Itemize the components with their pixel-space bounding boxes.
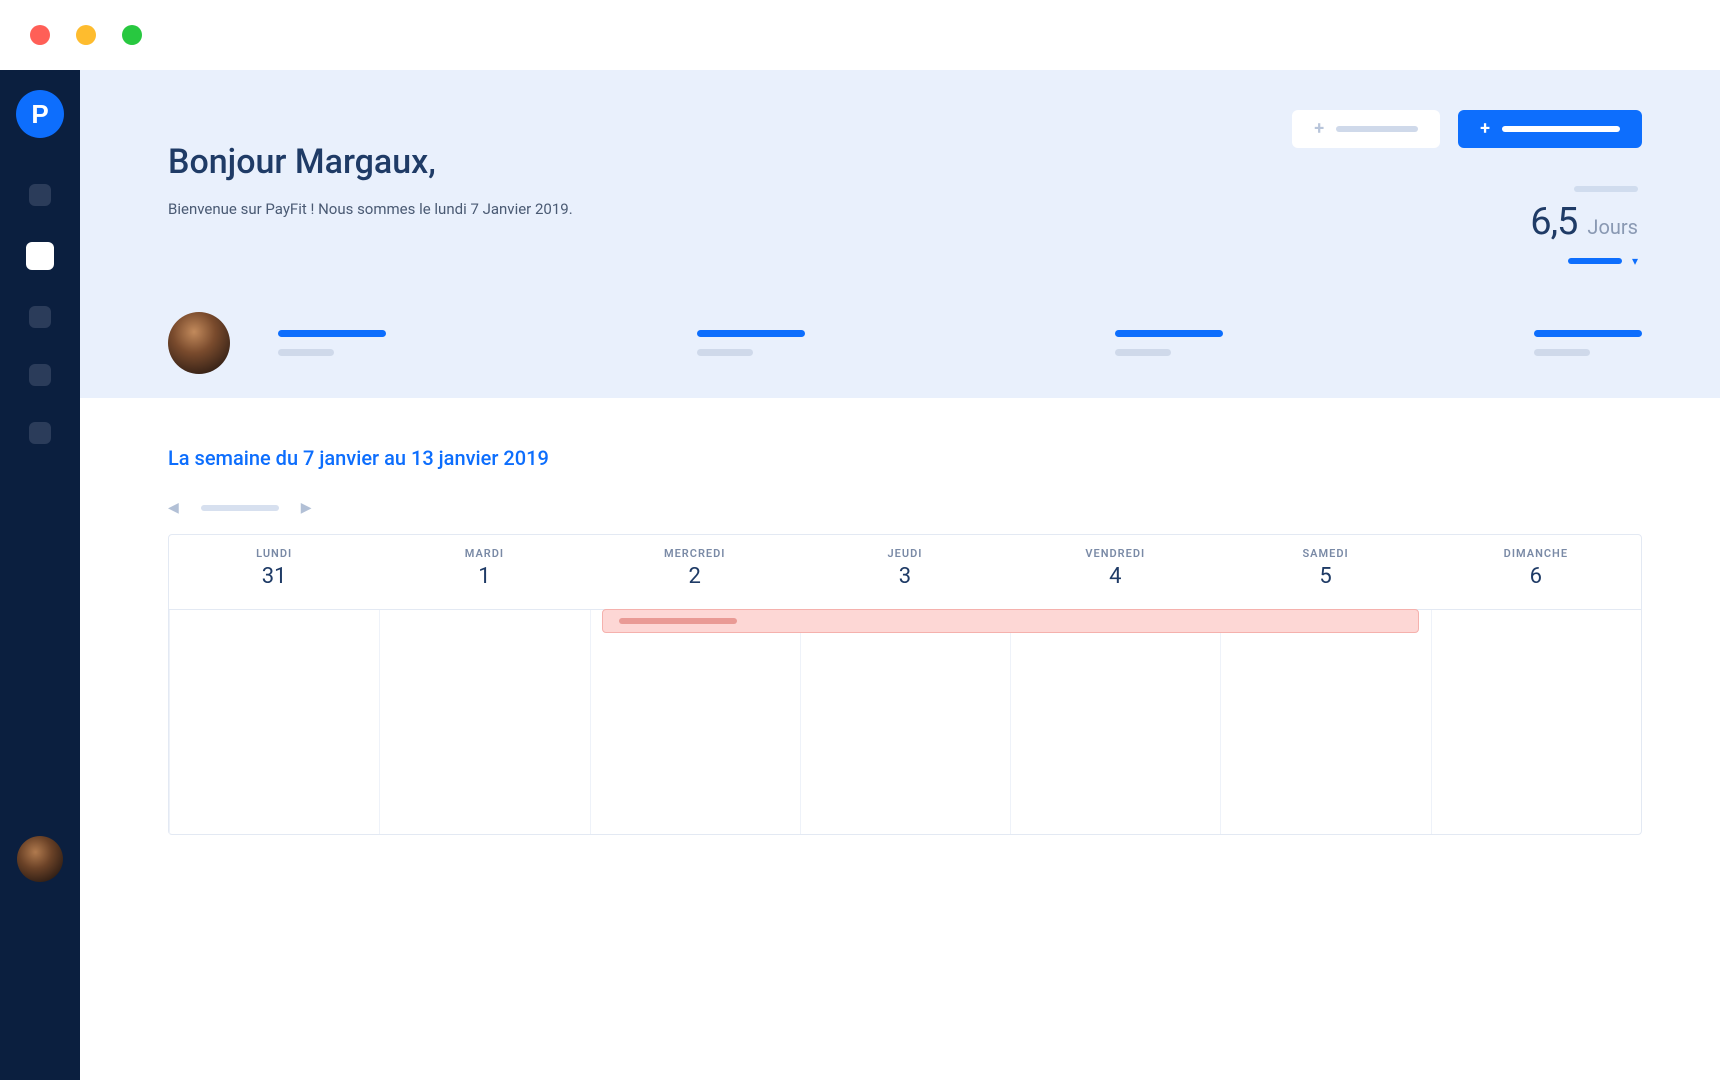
event-title-placeholder xyxy=(619,618,737,624)
primary-action-label-placeholder xyxy=(1502,126,1620,132)
main-content: + + Bonjour Margaux, Bienvenue sur PayFi… xyxy=(80,70,1720,1080)
next-week-icon[interactable]: ▶ xyxy=(301,500,312,516)
day-number: 1 xyxy=(379,564,589,589)
day-number: 4 xyxy=(1010,564,1220,589)
week-calendar: LUNDI 31 MARDI 1 MERCREDI 2 JEUDI 3 VEND… xyxy=(168,534,1642,835)
day-number: 5 xyxy=(1220,564,1430,589)
day-of-week-label: JEUDI xyxy=(800,547,1010,560)
info-slot-value-placeholder xyxy=(1115,349,1171,356)
calendar-header-cell: DIMANCHE 6 xyxy=(1431,535,1641,610)
day-number: 31 xyxy=(169,564,379,589)
balance-type-dropdown[interactable]: ▾ xyxy=(1530,254,1638,268)
day-of-week-label: MERCREDI xyxy=(590,547,800,560)
calendar-header-cell: MARDI 1 xyxy=(379,535,589,610)
plus-icon: + xyxy=(1480,120,1490,138)
traffic-light-close-icon[interactable] xyxy=(30,25,50,45)
hero-panel: + + Bonjour Margaux, Bienvenue sur PayFi… xyxy=(80,70,1720,398)
info-slot-value-placeholder xyxy=(278,349,334,356)
info-slot-2 xyxy=(697,330,805,356)
chevron-down-icon: ▾ xyxy=(1632,254,1638,268)
info-slot-heading-placeholder xyxy=(1115,330,1223,337)
calendar-day-cell[interactable] xyxy=(590,610,800,834)
app-logo-letter: P xyxy=(31,99,48,130)
calendar-header-cell: JEUDI 3 xyxy=(800,535,1010,610)
traffic-light-zoom-icon[interactable] xyxy=(122,25,142,45)
prev-week-icon[interactable]: ◀ xyxy=(168,500,179,516)
calendar-day-cell[interactable] xyxy=(1431,610,1641,834)
secondary-action-button[interactable]: + xyxy=(1292,110,1440,148)
balance-unit: Jours xyxy=(1587,215,1638,239)
calendar-event[interactable] xyxy=(602,609,1419,633)
info-slot-1 xyxy=(278,330,386,356)
calendar-day-cell[interactable] xyxy=(169,610,379,834)
info-slot-3 xyxy=(1115,330,1223,356)
calendar-day-cell[interactable] xyxy=(800,610,1010,834)
day-number: 3 xyxy=(800,564,1010,589)
sidebar-item-4[interactable] xyxy=(29,364,51,386)
day-of-week-label: VENDREDI xyxy=(1010,547,1220,560)
sidebar-nav xyxy=(26,184,54,444)
day-number: 2 xyxy=(590,564,800,589)
sidebar-item-2[interactable] xyxy=(26,242,54,270)
window-chrome xyxy=(0,0,1720,70)
sidebar-item-3[interactable] xyxy=(29,306,51,328)
traffic-light-minimize-icon[interactable] xyxy=(76,25,96,45)
info-slot-value-placeholder xyxy=(1534,349,1590,356)
calendar-header-cell: MERCREDI 2 xyxy=(590,535,800,610)
week-section: La semaine du 7 janvier au 13 janvier 20… xyxy=(80,398,1720,835)
hero-actions: + + xyxy=(1292,110,1642,148)
app-frame: P + + Bonjour Margaux, B xyxy=(0,70,1720,1080)
balance-value: 6,5 xyxy=(1530,200,1577,244)
app-logo[interactable]: P xyxy=(16,90,64,138)
profile-info-row xyxy=(168,312,1642,374)
calendar-day-cell[interactable] xyxy=(1010,610,1220,834)
day-number: 6 xyxy=(1431,564,1641,589)
sidebar-item-1[interactable] xyxy=(29,184,51,206)
secondary-action-label-placeholder xyxy=(1336,126,1418,132)
sidebar-item-5[interactable] xyxy=(29,422,51,444)
sidebar: P xyxy=(0,70,80,1080)
user-avatar[interactable] xyxy=(168,312,230,374)
day-of-week-label: SAMEDI xyxy=(1220,547,1430,560)
day-of-week-label: LUNDI xyxy=(169,547,379,560)
info-slot-4 xyxy=(1534,330,1642,356)
balance-type-label-placeholder xyxy=(1568,258,1622,264)
greeting-title: Bonjour Margaux, xyxy=(168,142,1642,182)
leave-balance: 6,5 Jours ▾ xyxy=(1530,186,1638,268)
greeting-subtitle: Bienvenue sur PayFit ! Nous sommes le lu… xyxy=(168,200,1642,218)
balance-label-placeholder xyxy=(1574,186,1638,192)
info-slot-value-placeholder xyxy=(697,349,753,356)
sidebar-user-avatar[interactable] xyxy=(17,836,63,882)
plus-icon: + xyxy=(1314,120,1324,138)
calendar-header-cell: VENDREDI 4 xyxy=(1010,535,1220,610)
info-slot-heading-placeholder xyxy=(697,330,805,337)
day-of-week-label: DIMANCHE xyxy=(1431,547,1641,560)
week-title: La semaine du 7 janvier au 13 janvier 20… xyxy=(168,446,1642,470)
calendar-day-cell[interactable] xyxy=(1220,610,1430,834)
calendar-header-cell: SAMEDI 5 xyxy=(1220,535,1430,610)
primary-action-button[interactable]: + xyxy=(1458,110,1642,148)
week-paginator: ◀ ▶ xyxy=(168,500,1642,516)
calendar-header-cell: LUNDI 31 xyxy=(169,535,379,610)
info-slot-heading-placeholder xyxy=(1534,330,1642,337)
week-range-placeholder xyxy=(201,505,279,511)
info-slot-heading-placeholder xyxy=(278,330,386,337)
calendar-day-cell[interactable] xyxy=(379,610,589,834)
day-of-week-label: MARDI xyxy=(379,547,589,560)
